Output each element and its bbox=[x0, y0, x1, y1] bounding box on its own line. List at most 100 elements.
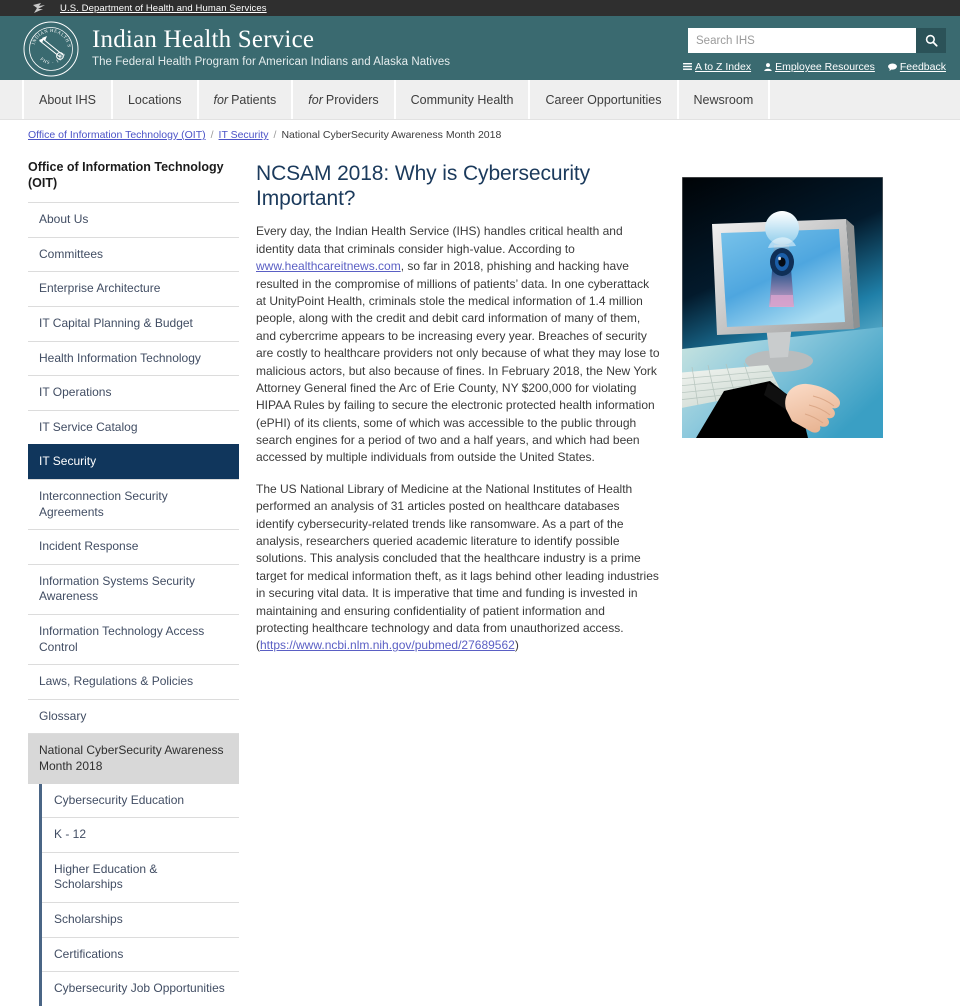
main-article: NCSAM 2018: Why is Cybersecurity Importa… bbox=[239, 149, 960, 1006]
sidebar-item-enterprise-architecture[interactable]: Enterprise Architecture bbox=[28, 271, 239, 306]
comment-icon bbox=[887, 63, 897, 71]
utility-links: A to Z Index Employee Resources Feedback bbox=[683, 61, 946, 73]
sidebar-sublist: Cybersecurity Education K - 12 Higher Ed… bbox=[42, 784, 239, 1006]
nav-item-about-ihs[interactable]: About IHS bbox=[22, 80, 113, 119]
article-paragraph-2: The US National Library of Medicine at t… bbox=[256, 481, 660, 655]
breadcrumb: Office of Information Technology (OIT) /… bbox=[0, 120, 960, 149]
sidebar-item-it-capital-planning-budget[interactable]: IT Capital Planning & Budget bbox=[28, 306, 239, 341]
nav-item-newsroom[interactable]: Newsroom bbox=[679, 80, 771, 119]
utility-link-label: Feedback bbox=[899, 61, 946, 73]
hhs-department-link[interactable]: U.S. Department of Health and Human Serv… bbox=[60, 3, 267, 14]
sidebar-subitem-label: K - 12 bbox=[54, 827, 87, 842]
article-paragraph-1: Every day, the Indian Health Service (IH… bbox=[256, 223, 660, 466]
page-content: Office of Information Technology (OIT) A… bbox=[0, 149, 960, 1006]
nav-item-prefix: for bbox=[308, 92, 323, 107]
sidebar-item-label: IT Security bbox=[39, 454, 97, 469]
sidebar-subitem-label: Certifications bbox=[54, 946, 124, 961]
sidebar-item-national-cybersecurity-awareness-month-2018[interactable]: National CyberSecurity Awareness Month 2… bbox=[28, 733, 239, 784]
sidebar-item-interconnection-security-agreements[interactable]: Interconnection Security Agreements bbox=[28, 479, 239, 529]
search-input[interactable] bbox=[688, 28, 916, 53]
sidebar-item-laws-regulations-policies[interactable]: Laws, Regulations & Policies bbox=[28, 664, 239, 699]
sidebar-item-label: National CyberSecurity Awareness Month 2… bbox=[39, 743, 224, 773]
sidebar-subitem-cybersecurity-education[interactable]: Cybersecurity Education bbox=[42, 784, 239, 818]
sidebar-subitem-label: Cybersecurity Job Opportunities bbox=[54, 981, 225, 996]
utility-link-employee-resources[interactable]: Employee Resources bbox=[764, 61, 875, 73]
sidebar-item-it-security[interactable]: IT Security bbox=[28, 444, 239, 479]
sidebar-item-information-technology-access-control[interactable]: Information Technology Access Control bbox=[28, 613, 239, 664]
healthcareitnews-link[interactable]: www.healthcareitnews.com bbox=[256, 259, 401, 273]
main-navigation: About IHS Locations for Patients for Pro… bbox=[0, 80, 960, 120]
nav-item-label: Locations bbox=[127, 92, 182, 107]
search-icon bbox=[925, 34, 938, 47]
nav-item-for-patients[interactable]: for Patients bbox=[199, 80, 294, 119]
utility-link-a-to-z-index[interactable]: A to Z Index bbox=[683, 61, 751, 73]
sidebar-item-information-systems-security-awareness[interactable]: Information Systems Security Awareness bbox=[28, 563, 239, 614]
sidebar-item-committees[interactable]: Committees bbox=[28, 236, 239, 272]
sidebar-item-label: Interconnection Security Agreements bbox=[39, 489, 168, 519]
sidebar-item-label: Committees bbox=[39, 246, 104, 261]
sidebar-item-label: Glossary bbox=[39, 708, 87, 723]
sidebar-subitem-label: Cybersecurity Education bbox=[54, 792, 185, 807]
nav-item-locations[interactable]: Locations bbox=[113, 80, 199, 119]
sidebar-item-glossary[interactable]: Glossary bbox=[28, 698, 239, 734]
sidebar-item-it-service-catalog[interactable]: IT Service Catalog bbox=[28, 409, 239, 445]
page-title: NCSAM 2018: Why is Cybersecurity Importa… bbox=[256, 162, 591, 211]
user-icon bbox=[764, 63, 772, 71]
nav-item-label: About IHS bbox=[39, 92, 96, 107]
breadcrumb-link-it-security[interactable]: IT Security bbox=[219, 129, 269, 141]
nav-item-community-health[interactable]: Community Health bbox=[396, 80, 531, 119]
nav-item-label: Providers bbox=[325, 92, 379, 107]
brand-block: Indian Health Service The Federal Health… bbox=[92, 16, 450, 68]
breadcrumb-current: National CyberSecurity Awareness Month 2… bbox=[281, 129, 502, 141]
sidebar-heading: Office of Information Technology (OIT) bbox=[28, 160, 224, 190]
sidebar-item-it-operations[interactable]: IT Operations bbox=[28, 375, 239, 410]
sidebar-subitem-higher-education-scholarships[interactable]: Higher Education & Scholarships bbox=[42, 851, 239, 902]
sidebar-item-label: Enterprise Architecture bbox=[39, 281, 161, 296]
pubmed-link[interactable]: https://www.ncbi.nlm.nih.gov/pubmed/2768… bbox=[260, 638, 515, 652]
nav-item-label: Newsroom bbox=[693, 92, 754, 107]
utility-link-label: A to Z Index bbox=[695, 61, 752, 73]
sidebar-subitem-cybersecurity-job-opportunities[interactable]: Cybersecurity Job Opportunities bbox=[42, 971, 239, 1006]
sidebar-item-incident-response[interactable]: Incident Response bbox=[28, 529, 239, 564]
article-text-column: NCSAM 2018: Why is Cybersecurity Importa… bbox=[256, 149, 660, 669]
breadcrumb-link-oit[interactable]: Office of Information Technology (OIT) bbox=[28, 129, 206, 141]
sidebar-item-label: IT Operations bbox=[39, 385, 112, 400]
sidebar-subitem-label: Higher Education & Scholarships bbox=[54, 861, 158, 892]
sidebar-item-label: IT Service Catalog bbox=[39, 419, 138, 434]
utility-link-feedback[interactable]: Feedback bbox=[887, 61, 946, 73]
nav-item-for-providers[interactable]: for Providers bbox=[293, 80, 396, 119]
sidebar-subitem-scholarships[interactable]: Scholarships bbox=[42, 901, 239, 937]
breadcrumb-separator: / bbox=[273, 129, 277, 141]
site-masthead: INDIAN HEALTH SERVICE PHS · 1955 Indian … bbox=[0, 16, 960, 80]
sidebar-item-label: IT Capital Planning & Budget bbox=[39, 316, 193, 331]
search-button[interactable] bbox=[916, 28, 946, 53]
paragraph-1-text-after-link: , so far in 2018, phishing and hacking h… bbox=[256, 259, 660, 465]
nav-item-career-opportunities[interactable]: Career Opportunities bbox=[530, 80, 679, 119]
cybersecurity-illustration bbox=[682, 177, 883, 438]
utility-link-label: Employee Resources bbox=[775, 61, 875, 73]
paragraph-2-text-before-link: The US National Library of Medicine at t… bbox=[256, 481, 659, 653]
site-tagline: The Federal Health Program for American … bbox=[92, 56, 451, 69]
sidebar-subitem-label: Scholarships bbox=[54, 911, 123, 926]
sidebar-navigation: Office of Information Technology (OIT) A… bbox=[28, 149, 239, 1006]
site-title: Indian Health Service bbox=[92, 26, 315, 53]
hhs-flag-icon bbox=[32, 2, 48, 14]
paragraph-1-text-before-link: Every day, the Indian Health Service (IH… bbox=[256, 224, 623, 256]
paragraph-2-text-after-link: ) bbox=[514, 638, 519, 653]
nav-item-label: Patients bbox=[231, 92, 277, 107]
sidebar-subitem-k-12[interactable]: K - 12 bbox=[42, 817, 239, 852]
nav-left-spacer bbox=[0, 80, 22, 119]
sidebar-subitem-certifications[interactable]: Certifications bbox=[42, 936, 239, 972]
sidebar-item-label: Laws, Regulations & Policies bbox=[39, 674, 194, 689]
sidebar-item-about-us[interactable]: About Us bbox=[28, 202, 239, 237]
sidebar-item-health-information-technology[interactable]: Health Information Technology bbox=[28, 340, 239, 376]
hhs-banner: U.S. Department of Health and Human Serv… bbox=[0, 0, 960, 16]
sidebar-item-label: Information Technology Access Control bbox=[39, 623, 205, 654]
sidebar-item-label: About Us bbox=[39, 212, 89, 227]
sidebar-item-label: Health Information Technology bbox=[39, 350, 201, 365]
ihs-seal-logo[interactable]: INDIAN HEALTH SERVICE PHS · 1955 bbox=[22, 20, 80, 78]
sidebar-item-label: Information Systems Security Awareness bbox=[39, 573, 196, 604]
sidebar-sublist-wrapper: Cybersecurity Education K - 12 Higher Ed… bbox=[39, 783, 239, 1006]
nav-item-label: Community Health bbox=[410, 92, 514, 107]
nav-item-label: Career Opportunities bbox=[545, 92, 662, 107]
